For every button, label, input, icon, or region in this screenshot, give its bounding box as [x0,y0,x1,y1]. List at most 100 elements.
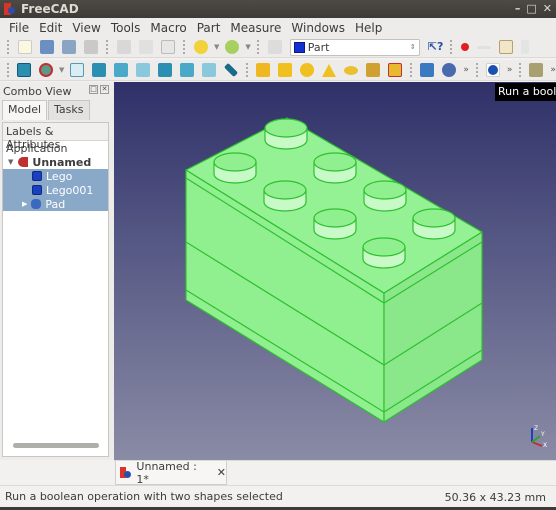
save-icon[interactable] [62,40,76,54]
menu-windows[interactable]: Windows [291,21,345,35]
revolve-icon[interactable] [442,63,457,77]
workbench-selector[interactable]: Part ⇕ [289,38,420,56]
copy-icon[interactable] [139,40,153,54]
undo-icon[interactable] [194,40,208,54]
view-dimensions: 50.36 x 43.23 mm [444,491,546,504]
rear-view-icon[interactable] [158,63,173,77]
boolean-icon[interactable] [485,63,500,77]
refresh-icon[interactable] [267,40,282,54]
menu-macro[interactable]: Macro [150,21,186,35]
solid-icon [32,171,42,181]
fit-all-icon[interactable] [17,63,31,77]
tree-item-label: Lego [46,169,73,183]
menu-tools[interactable]: Tools [111,21,141,35]
tree-item-label: Lego001 [46,183,94,197]
measure-icon[interactable] [224,62,239,78]
close-panel-button[interactable]: ✕ [100,85,109,94]
shape-builder-icon[interactable] [388,63,403,77]
run-macro-icon[interactable] [520,40,529,54]
save-as-icon[interactable] [84,40,98,54]
paste-icon[interactable] [161,40,175,54]
stop-macro-icon[interactable] [476,45,491,49]
tree-item-unnamed[interactable]: ▼ Unnamed [3,155,108,169]
stud-top[interactable] [213,152,257,172]
float-panel-button[interactable]: □ [89,85,98,94]
close-button[interactable]: ✕ [543,2,552,15]
toolbar-overflow-icon[interactable]: » [550,65,556,75]
draw-style-dropdown-icon[interactable]: ▼ [59,66,64,74]
horizontal-scrollbar[interactable] [13,443,99,448]
toolbar-grip[interactable] [7,63,9,77]
top-view-icon[interactable] [114,63,129,77]
sphere-icon[interactable] [300,63,315,77]
menu-edit[interactable]: Edit [39,21,62,35]
tab-model[interactable]: Model [2,100,48,120]
tree-item-application[interactable]: Application [3,141,108,155]
part-workbench-icon [293,41,305,53]
maximize-button[interactable]: □ [526,2,536,15]
stud-top[interactable] [363,180,407,200]
cone-icon[interactable] [322,63,337,77]
stud-top[interactable] [313,208,357,228]
cylinder-icon[interactable] [278,63,293,77]
title-bar: FreeCAD – □ ✕ [0,0,556,18]
toolbar-overflow-icon[interactable]: » [463,65,469,75]
bottom-view-icon[interactable] [180,63,195,77]
menu-measure[interactable]: Measure [230,21,281,35]
toolbar-overflow-icon[interactable]: » [507,65,513,75]
toolbar-separator [410,63,413,77]
record-macro-icon[interactable] [460,43,469,51]
tab-tasks[interactable]: Tasks [48,100,90,120]
stud-top[interactable] [313,152,357,172]
open-icon[interactable] [40,40,54,54]
model-tree[interactable]: Labels & Attributes Application ▼ Unname… [2,122,109,457]
torus-icon[interactable] [344,65,359,75]
primitives-icon[interactable] [366,63,381,77]
axonometric-icon[interactable] [70,63,85,77]
right-view-icon[interactable] [136,63,151,77]
redo-dropdown-icon[interactable]: ▼ [245,43,250,51]
combo-view-panel: Combo View □ ✕ Model Tasks Labels & Attr… [0,82,114,460]
front-view-icon[interactable] [92,63,107,77]
document-tab-label: Unnamed : 1* [136,459,197,486]
edit-macro-icon[interactable] [498,40,513,54]
toolbar-separator [519,63,522,77]
stud-top[interactable] [362,237,406,257]
svg-text:X: X [543,442,547,448]
menu-view[interactable]: View [72,21,100,35]
status-bar: Run a boolean operation with two shapes … [0,485,556,507]
menu-part[interactable]: Part [197,21,221,35]
minimize-button[interactable]: – [515,2,521,15]
lego-brick-model[interactable] [114,82,556,460]
stud-top[interactable] [263,180,307,200]
stud-top[interactable] [264,118,308,138]
menu-bar: File Edit View Tools Macro Part Measure … [0,18,556,37]
cut-icon[interactable] [117,40,131,54]
toolbar-grip[interactable] [7,40,10,54]
new-document-icon[interactable] [18,40,32,54]
document-icon [18,157,29,167]
toolbar-separator [256,40,260,54]
document-tab[interactable]: Unnamed : 1* ✕ [115,459,227,486]
extrude-icon[interactable] [420,63,435,77]
undo-dropdown-icon[interactable]: ▼ [214,43,219,51]
chamfer-icon[interactable] [529,63,544,77]
whats-this-icon[interactable]: ⇱? [428,40,444,54]
tree-item-lego[interactable]: Lego [3,169,108,183]
draw-style-icon[interactable] [39,63,53,77]
close-tab-icon[interactable]: ✕ [217,466,226,479]
box-icon[interactable] [256,63,271,77]
svg-text:Y: Y [540,431,545,438]
view-toolbar: ▼ » » » [0,60,556,81]
stud-top[interactable] [412,208,456,228]
redo-icon[interactable] [225,40,240,54]
left-view-icon[interactable] [202,63,217,77]
tree-item-lego001[interactable]: Lego001 [3,183,108,197]
3d-viewport[interactable]: Z Y X [114,82,556,460]
menu-file[interactable]: File [9,21,29,35]
pad-icon [31,199,42,209]
tree-item-pad[interactable]: ▶ Pad [3,197,108,211]
expand-arrow-icon[interactable]: ▶ [22,200,27,208]
expand-arrow-icon[interactable]: ▼ [8,158,13,166]
menu-help[interactable]: Help [355,21,382,35]
